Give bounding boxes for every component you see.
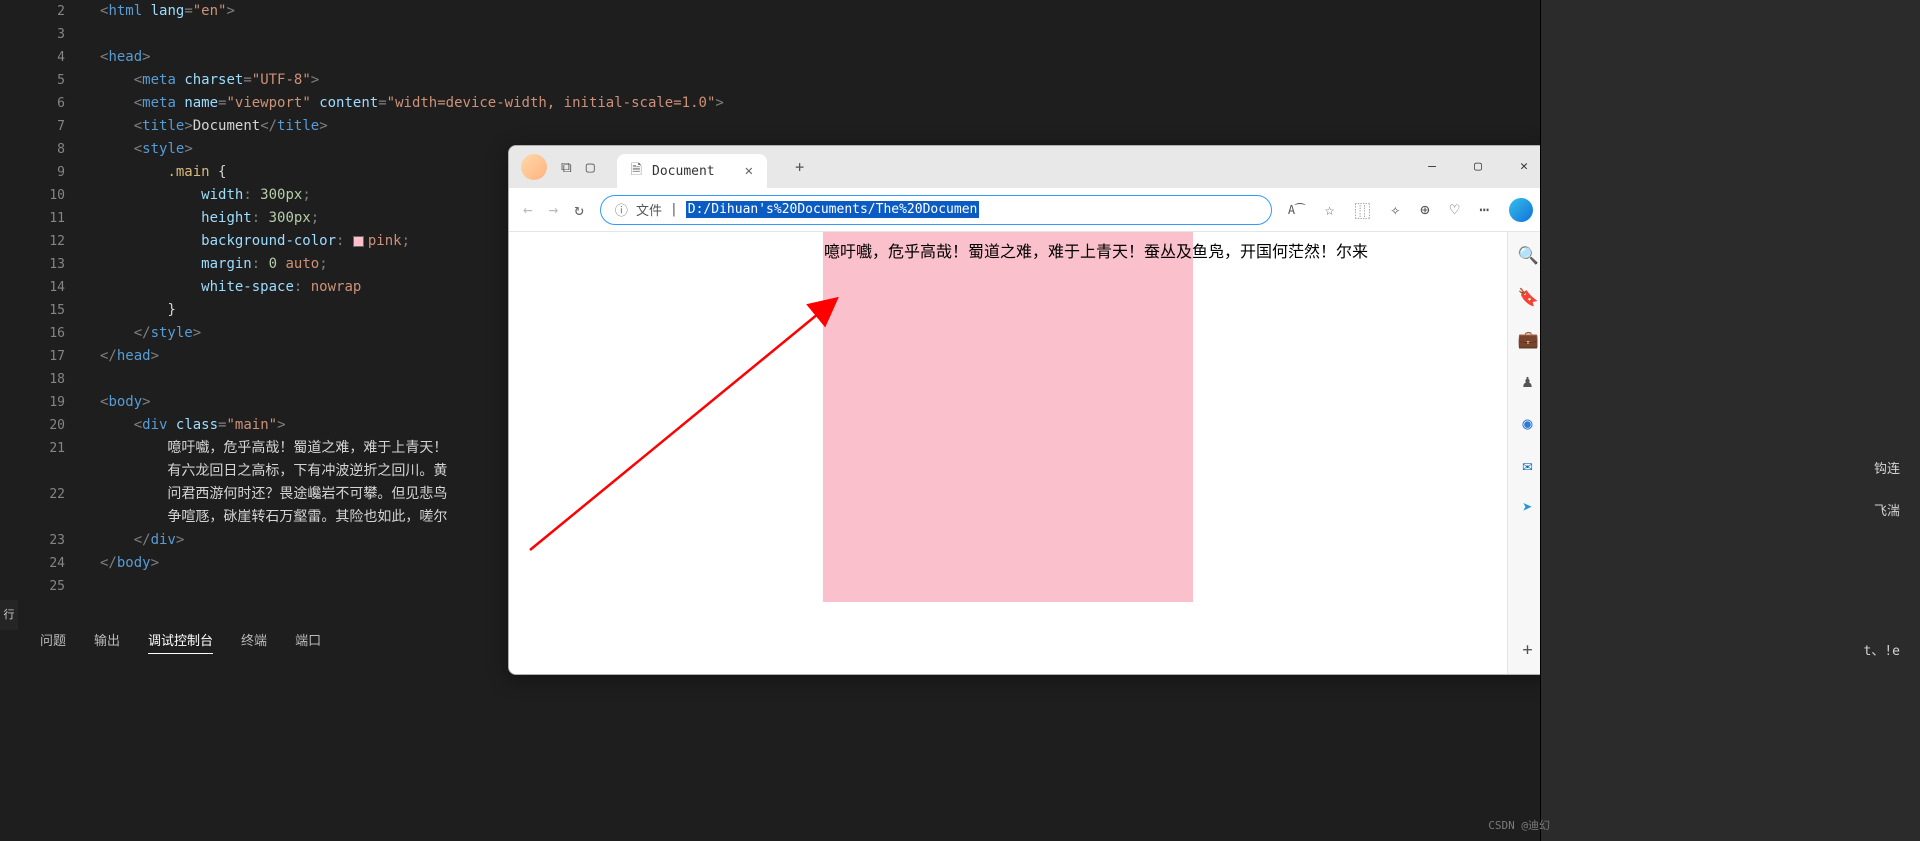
- panel-tab-3[interactable]: 终端: [241, 630, 267, 654]
- left-stub: 行: [0, 600, 18, 630]
- main-div: [823, 232, 1193, 602]
- right-strip: 钩连 飞湍 t、!e: [1540, 0, 1920, 841]
- add-sidebar-icon[interactable]: +: [1518, 640, 1538, 660]
- address-toolbar: ← → ↻ ⓘ 文件 | D:/Dihuan's%20Documents/The…: [509, 188, 1547, 232]
- page-viewport: 噫吁嚱，危乎高哉！蜀道之难，难于上青天！蚕丛及鱼凫，开国何茫然！尔来: [509, 232, 1507, 674]
- panel-tab-1[interactable]: 输出: [94, 630, 120, 654]
- maximize-button[interactable]: ▢: [1455, 146, 1501, 188]
- right-text-3: t、!e: [1864, 640, 1900, 659]
- code-editor[interactable]: 2345678910111213141516171819202122232425…: [0, 0, 540, 610]
- telegram-icon[interactable]: ➤: [1518, 498, 1538, 518]
- url-text-selected: D:/Dihuan's%20Documents/The%20Documen: [686, 201, 980, 218]
- panel-tab-2[interactable]: 调试控制台: [148, 630, 213, 654]
- minimize-button[interactable]: ―: [1409, 146, 1455, 188]
- tab-actions-icon[interactable]: ▢: [586, 158, 595, 176]
- overflow-text: 噫吁嚱，危乎高哉！蜀道之难，难于上青天！蚕丛及鱼凫，开国何茫然！尔来: [824, 238, 1368, 262]
- shopping-icon[interactable]: 🔖: [1518, 288, 1538, 308]
- right-text-1: 钩连: [1874, 458, 1900, 477]
- right-text-2: 飞湍: [1874, 500, 1900, 519]
- copilot-side-icon[interactable]: ◉: [1518, 414, 1538, 434]
- tab-title: Document: [652, 164, 715, 179]
- favorite-icon[interactable]: ☆: [1325, 200, 1335, 219]
- read-aloud-icon[interactable]: A⁀: [1288, 203, 1305, 217]
- refresh-button[interactable]: ↻: [574, 200, 584, 219]
- browser-titlebar: ⧉ ▢ 🗎 Document ✕ + ― ▢ ✕: [509, 146, 1547, 188]
- browser-tab[interactable]: 🗎 Document ✕: [617, 154, 767, 188]
- url-scheme: 文件: [636, 200, 662, 219]
- close-tab-icon[interactable]: ✕: [745, 163, 753, 179]
- watermark: CSDN @迪幻: [1488, 817, 1550, 833]
- code-area[interactable]: <html lang="en"><head> <meta charset="UT…: [100, 0, 540, 598]
- forward-button[interactable]: →: [549, 200, 559, 219]
- outlook-icon[interactable]: ✉: [1518, 456, 1538, 476]
- performance-icon[interactable]: ♡: [1450, 200, 1460, 219]
- panel-tab-0[interactable]: 问题: [40, 630, 66, 654]
- copilot-icon[interactable]: [1509, 198, 1533, 222]
- back-button[interactable]: ←: [523, 200, 533, 219]
- extensions-icon[interactable]: ⊕: [1420, 200, 1430, 219]
- games-icon[interactable]: ♟: [1518, 372, 1538, 392]
- new-tab-button[interactable]: +: [795, 158, 804, 176]
- site-info-icon[interactable]: ⓘ: [615, 200, 628, 219]
- line-number-gutter: 2345678910111213141516171819202122232425: [0, 0, 85, 598]
- split-screen-icon[interactable]: ⿲: [1354, 198, 1370, 222]
- toolbox-icon[interactable]: 💼: [1518, 330, 1538, 350]
- panel-tab-4[interactable]: 端口: [295, 630, 321, 654]
- address-bar[interactable]: ⓘ 文件 | D:/Dihuan's%20Documents/The%20Doc…: [600, 195, 1272, 225]
- more-icon[interactable]: ⋯: [1479, 200, 1489, 219]
- file-icon: 🗎: [631, 159, 642, 183]
- collections-icon[interactable]: ✧: [1390, 200, 1400, 219]
- bottom-panel-tabs[interactable]: 问题 输出 调试控制台 终端 端口: [40, 630, 321, 654]
- browser-window: ⧉ ▢ 🗎 Document ✕ + ― ▢ ✕ ← → ↻ ⓘ 文件 | D:…: [508, 145, 1548, 675]
- search-icon[interactable]: 🔍: [1518, 246, 1538, 266]
- profile-avatar[interactable]: [521, 154, 547, 180]
- workspaces-icon[interactable]: ⧉: [561, 158, 572, 176]
